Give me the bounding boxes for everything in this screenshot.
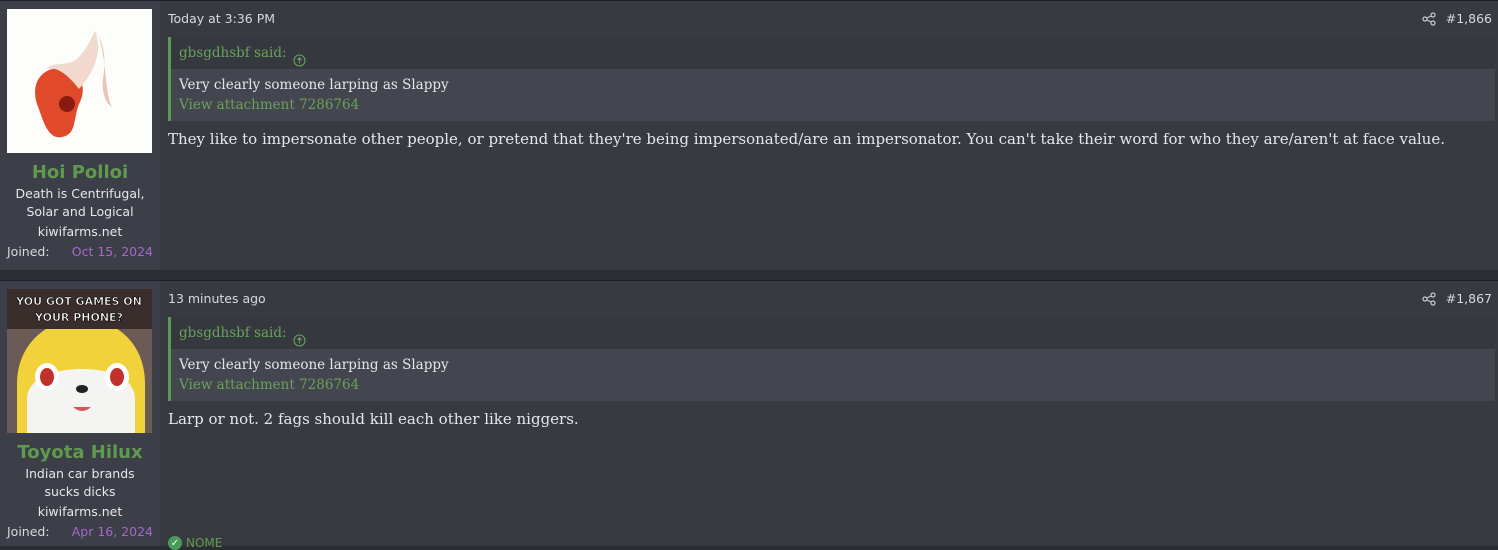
svg-text:YOUR PHONE?: YOUR PHONE? — [34, 311, 123, 324]
quote-header: gbsgdhsbf said: — [171, 37, 1495, 69]
quote-author[interactable]: gbsgdhsbf said: — [179, 37, 287, 69]
avatar[interactable]: YOU GOT GAMES ON YOUR PHONE? — [7, 289, 152, 433]
share-icon[interactable] — [1422, 291, 1436, 306]
post-message: Larp or not. 2 fags should kill each oth… — [168, 410, 579, 428]
post-1867: YOU GOT GAMES ON YOUR PHONE? Toyota Hilu… — [0, 280, 1498, 550]
post-time[interactable]: 13 minutes ago — [168, 291, 266, 306]
post-separator — [0, 270, 1498, 280]
post-meta-right: #1,867 — [1422, 291, 1492, 306]
joined-label: Joined: — [7, 244, 50, 259]
avatar[interactable] — [7, 9, 152, 153]
quote-author[interactable]: gbsgdhsbf said: — [179, 317, 287, 349]
post-1866: Hoi Polloi Death is Centrifugal, Solar a… — [0, 0, 1498, 271]
arrow-up-circle-icon[interactable] — [292, 47, 306, 67]
quote-header: gbsgdhsbf said: — [171, 317, 1495, 349]
quote-body: Very clearly someone larping as Slappy V… — [171, 349, 1495, 401]
post-number[interactable]: #1,867 — [1446, 291, 1492, 306]
quote-block: gbsgdhsbf said: Very clearly someone lar… — [168, 317, 1495, 401]
user-site: kiwifarms.net — [37, 504, 123, 519]
joined-row: Joined: Apr 16, 2024 — [7, 523, 153, 541]
share-icon[interactable] — [1422, 11, 1436, 26]
username[interactable]: Toyota Hilux — [7, 443, 153, 463]
post-main: 13 minutes ago #1,867 gbsgdhsbf said: Ve… — [160, 281, 1498, 550]
reaction-label[interactable]: NOME — [186, 536, 222, 550]
reaction-bar[interactable]: ✓ NOME — [168, 536, 222, 550]
joined-date: Apr 16, 2024 — [71, 524, 153, 539]
user-sidebar: Hoi Polloi Death is Centrifugal, Solar a… — [0, 1, 160, 271]
joined-label: Joined: — [7, 524, 50, 539]
user-title: Death is Centrifugal, Solar and Logical — [15, 186, 145, 219]
post-meta-right: #1,866 — [1422, 11, 1492, 26]
post-time[interactable]: Today at 3:36 PM — [168, 11, 275, 26]
arrow-up-circle-icon[interactable] — [292, 327, 306, 347]
post-message: They like to impersonate other people, o… — [168, 130, 1445, 148]
attachment-link[interactable]: View attachment 7286764 — [179, 95, 1487, 115]
post-main: Today at 3:36 PM #1,866 gbsgdhsbf said: … — [160, 1, 1498, 271]
quote-block: gbsgdhsbf said: Very clearly someone lar… — [168, 37, 1495, 121]
quote-text: Very clearly someone larping as Slappy — [179, 77, 449, 93]
post-number[interactable]: #1,866 — [1446, 11, 1492, 26]
svg-text:YOU GOT GAMES ON: YOU GOT GAMES ON — [15, 295, 142, 308]
user-sidebar: YOU GOT GAMES ON YOUR PHONE? Toyota Hilu… — [0, 281, 160, 546]
user-site: kiwifarms.net — [37, 224, 123, 239]
quote-text: Very clearly someone larping as Slappy — [179, 357, 449, 373]
joined-date: Oct 15, 2024 — [71, 244, 153, 259]
attachment-link[interactable]: View attachment 7286764 — [179, 375, 1487, 395]
user-title: Indian car brands sucks dicks — [25, 466, 135, 499]
joined-row: Joined: Oct 15, 2024 — [7, 243, 153, 261]
quote-body: Very clearly someone larping as Slappy V… — [171, 69, 1495, 121]
username[interactable]: Hoi Polloi — [7, 163, 153, 183]
check-icon: ✓ — [168, 536, 182, 550]
